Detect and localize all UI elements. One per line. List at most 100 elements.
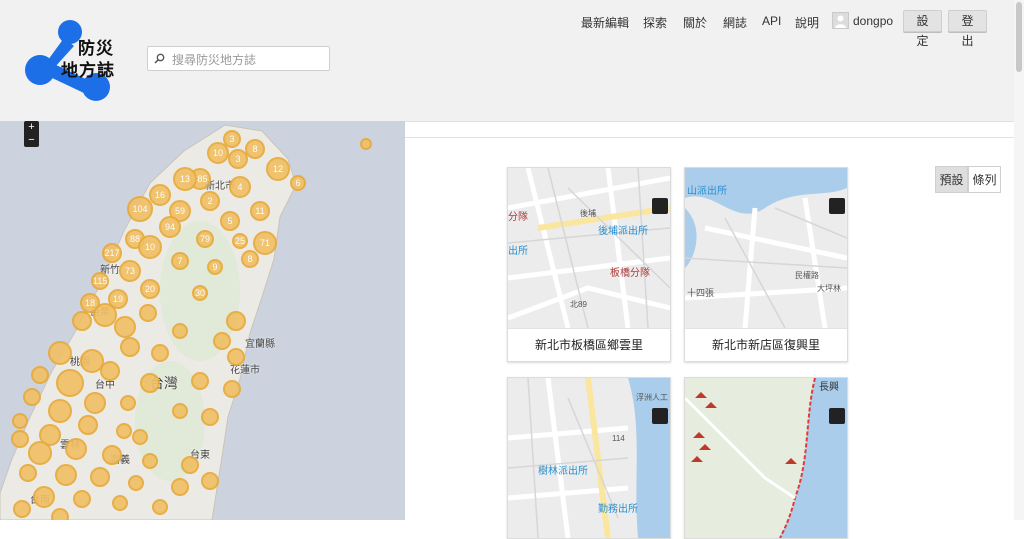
cluster-marker[interactable]: 9: [207, 259, 223, 275]
layers-icon[interactable]: [652, 198, 668, 214]
cluster-marker[interactable]: 13: [173, 167, 197, 191]
cluster-marker[interactable]: 20: [140, 279, 160, 299]
cluster-marker[interactable]: [56, 369, 84, 397]
cluster-marker[interactable]: [90, 467, 110, 487]
map-thumbnail[interactable]: 山派出所 民權路 大坪林 十四張: [685, 168, 847, 328]
cluster-marker[interactable]: 8: [245, 139, 265, 159]
cluster-marker[interactable]: [227, 348, 245, 366]
cluster-marker[interactable]: [201, 472, 219, 490]
cluster-marker[interactable]: [31, 366, 49, 384]
cluster-marker[interactable]: [201, 408, 219, 426]
view-default-button[interactable]: 預設: [935, 166, 968, 193]
cluster-marker[interactable]: [48, 399, 72, 423]
cluster-marker[interactable]: [84, 392, 106, 414]
card-title[interactable]: 新北市新店區復興里: [685, 328, 847, 362]
cluster-marker[interactable]: 5: [220, 211, 240, 231]
cluster-marker[interactable]: [116, 423, 132, 439]
cluster-marker[interactable]: 115: [91, 272, 109, 290]
map-thumbnail[interactable]: 後埔派出所 板橋分隊 後埔 北89 分隊 出所: [508, 168, 670, 328]
cluster-marker[interactable]: [132, 429, 148, 445]
cluster-marker[interactable]: [13, 500, 31, 518]
nav-about[interactable]: 關於: [683, 14, 707, 31]
user-avatar[interactable]: [832, 12, 849, 29]
username-link[interactable]: dongpo: [853, 14, 893, 28]
cluster-marker[interactable]: [142, 453, 158, 469]
cluster-marker[interactable]: 217: [102, 243, 122, 263]
cluster-marker[interactable]: [19, 464, 37, 482]
scrollbar-thumb[interactable]: [1016, 2, 1022, 72]
cluster-marker[interactable]: 16: [149, 184, 171, 206]
cluster-marker[interactable]: [171, 478, 189, 496]
cluster-marker[interactable]: [114, 316, 136, 338]
cluster-marker[interactable]: 12: [266, 157, 290, 181]
cluster-marker[interactable]: 30: [192, 285, 208, 301]
nav-explore[interactable]: 探索: [643, 14, 667, 31]
nav-latest-edits[interactable]: 最新編輯: [581, 14, 629, 31]
cluster-marker[interactable]: [128, 475, 144, 491]
cluster-marker[interactable]: [72, 311, 92, 331]
layers-icon[interactable]: [652, 408, 668, 424]
cluster-marker[interactable]: 11: [250, 201, 270, 221]
map-card[interactable]: 後埔派出所 板橋分隊 後埔 北89 分隊 出所 新北市板橋區鄉雲里: [507, 167, 671, 362]
cluster-marker[interactable]: 10: [138, 235, 162, 259]
cluster-marker[interactable]: [12, 413, 28, 429]
cluster-marker[interactable]: 94: [159, 216, 181, 238]
cluster-marker[interactable]: [172, 403, 188, 419]
view-list-button[interactable]: 條列: [968, 166, 1001, 193]
zoom-out-button[interactable]: −: [24, 134, 39, 147]
cluster-marker[interactable]: [213, 332, 231, 350]
cluster-marker[interactable]: [172, 323, 188, 339]
cluster-marker[interactable]: 6: [290, 175, 306, 191]
cluster-marker[interactable]: [152, 499, 168, 515]
cluster-marker[interactable]: [360, 138, 372, 150]
search-box[interactable]: [147, 46, 330, 71]
nav-blog[interactable]: 網誌: [723, 14, 747, 31]
layers-icon[interactable]: [829, 408, 845, 424]
cluster-marker[interactable]: 104: [127, 196, 153, 222]
cluster-marker[interactable]: [65, 438, 87, 460]
page-scrollbar[interactable]: [1014, 0, 1024, 520]
cluster-marker[interactable]: [33, 486, 55, 508]
cluster-marker[interactable]: [55, 464, 77, 486]
cluster-marker[interactable]: [28, 441, 52, 465]
cluster-marker[interactable]: 8: [241, 250, 259, 268]
map-card[interactable]: 樹林派出所 浮洲人工 114 勤務出所: [507, 377, 671, 539]
nav-api[interactable]: API: [762, 14, 781, 28]
cluster-marker[interactable]: 4: [229, 176, 251, 198]
cluster-marker[interactable]: [181, 456, 199, 474]
cluster-marker[interactable]: [151, 344, 169, 362]
layers-icon[interactable]: [829, 198, 845, 214]
site-logo[interactable]: 防災 地方誌: [24, 16, 120, 104]
settings-button[interactable]: 設定: [903, 10, 942, 48]
zoom-in-button[interactable]: +: [24, 121, 39, 134]
map-card[interactable]: 長興: [684, 377, 848, 539]
nav-help[interactable]: 說明: [795, 14, 819, 31]
cluster-marker[interactable]: 79: [196, 230, 214, 248]
search-input[interactable]: [170, 49, 329, 70]
cluster-marker[interactable]: [139, 304, 157, 322]
cluster-marker[interactable]: [78, 415, 98, 435]
cluster-marker[interactable]: 3: [228, 149, 248, 169]
cluster-marker[interactable]: 25: [232, 233, 248, 249]
logout-button[interactable]: 登出: [948, 10, 987, 48]
cluster-marker[interactable]: [140, 373, 160, 393]
map-card[interactable]: 山派出所 民權路 大坪林 十四張 新北市新店區復興里: [684, 167, 848, 362]
cluster-marker[interactable]: [51, 508, 69, 520]
cluster-marker[interactable]: 73: [119, 260, 141, 282]
cluster-marker[interactable]: [112, 495, 128, 511]
cluster-marker[interactable]: [100, 361, 120, 381]
cluster-marker[interactable]: 10: [207, 142, 229, 164]
cluster-marker[interactable]: [191, 372, 209, 390]
cluster-marker[interactable]: 71: [253, 231, 277, 255]
cluster-marker[interactable]: [120, 337, 140, 357]
cluster-marker[interactable]: [48, 341, 72, 365]
cluster-map[interactable]: 新北市桃園新竹苗栗宜蘭縣台中花蓮市台灣雲林嘉義台南台東 310831238513…: [0, 121, 405, 520]
map-thumbnail[interactable]: 樹林派出所 浮洲人工 114 勤務出所: [508, 378, 670, 538]
cluster-marker[interactable]: [11, 430, 29, 448]
cluster-marker[interactable]: [73, 490, 91, 508]
cluster-marker[interactable]: [23, 388, 41, 406]
cluster-marker[interactable]: [226, 311, 246, 331]
cluster-marker[interactable]: [102, 445, 122, 465]
map-thumbnail[interactable]: 長興: [685, 378, 847, 538]
cluster-marker[interactable]: 2: [200, 191, 220, 211]
